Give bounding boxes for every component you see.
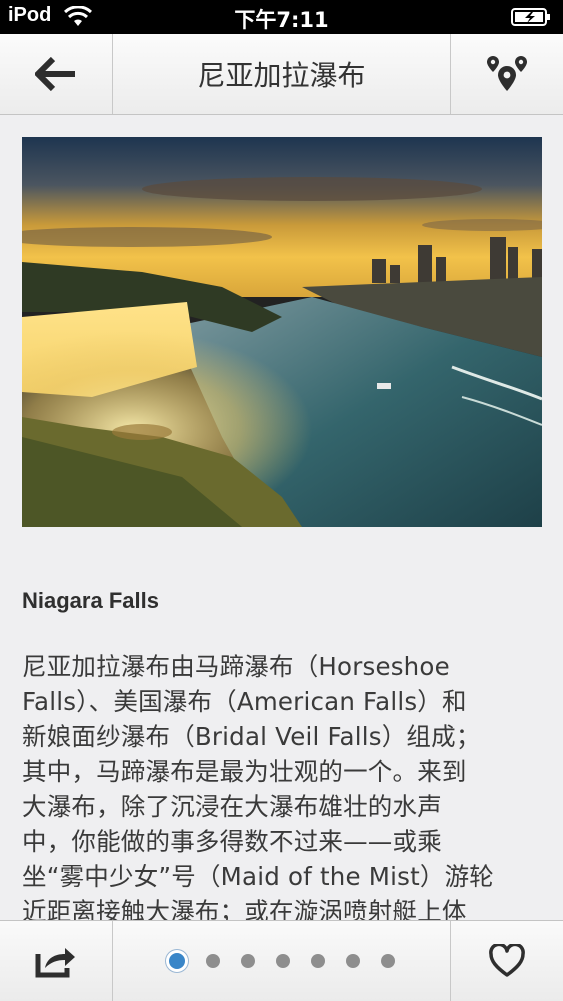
page-dot[interactable] <box>380 954 395 968</box>
share-icon <box>35 948 75 978</box>
hero-photo <box>22 137 542 527</box>
heart-icon <box>489 944 525 977</box>
page-dot[interactable] <box>275 954 290 968</box>
page-indicator[interactable] <box>113 921 450 1001</box>
favorite-button[interactable] <box>450 921 563 1001</box>
page-dot[interactable] <box>345 954 360 968</box>
bottom-toolbar <box>0 920 563 1001</box>
page-dot-active[interactable] <box>168 953 185 969</box>
page-dot[interactable] <box>205 954 220 968</box>
section-heading: Niagara Falls <box>22 588 159 613</box>
page-dot[interactable] <box>310 954 325 968</box>
content-area[interactable]: Niagara Falls 尼亚加拉瀑布由马蹄瀑布（Horseshoe Fall… <box>0 0 563 920</box>
description-text: 尼亚加拉瀑布由马蹄瀑布（Horseshoe Falls）、美国瀑布（Americ… <box>22 652 494 920</box>
page-dot[interactable] <box>240 954 255 968</box>
share-button[interactable] <box>0 921 113 1001</box>
niagara-falls-image <box>22 137 542 527</box>
